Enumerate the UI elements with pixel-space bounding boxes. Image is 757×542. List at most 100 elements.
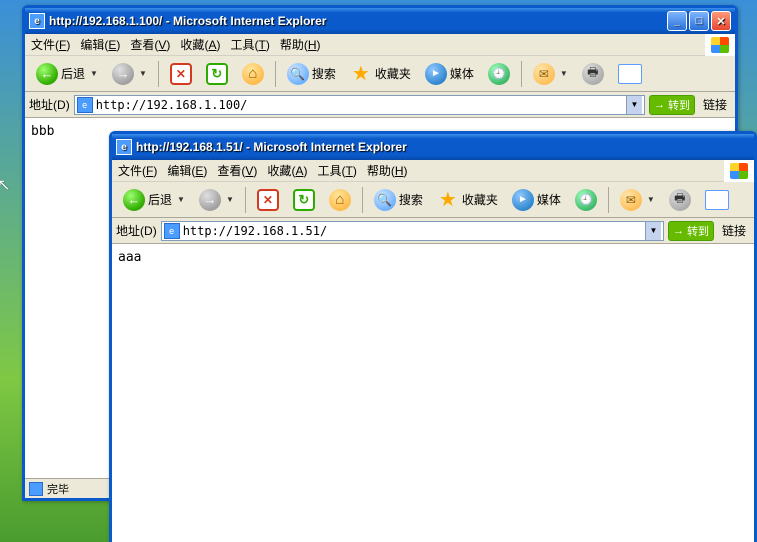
forward-button[interactable]: →▼	[194, 186, 239, 214]
search-button[interactable]: 搜索	[282, 60, 341, 88]
menu-help[interactable]: 帮助(H)	[280, 36, 321, 53]
window-title: http://192.168.1.51/ - Microsoft Interne…	[136, 140, 750, 154]
edit-icon	[705, 190, 729, 210]
forward-icon: →	[112, 63, 134, 85]
windows-logo-icon	[724, 160, 754, 182]
media-icon	[512, 189, 534, 211]
stop-icon	[257, 189, 279, 211]
menu-edit[interactable]: 编辑(E)	[80, 36, 120, 53]
menu-help[interactable]: 帮助(H)	[367, 162, 408, 179]
refresh-icon	[293, 189, 315, 211]
menu-view[interactable]: 查看(V)	[217, 162, 257, 179]
forward-icon: →	[199, 189, 221, 211]
windows-logo-icon	[705, 34, 735, 56]
menubar: 文件(F) 编辑(E) 查看(V) 收藏(A) 工具(T) 帮助(H)	[25, 34, 735, 56]
mail-button[interactable]: ▼	[615, 186, 660, 214]
print-button[interactable]	[577, 60, 609, 88]
history-icon	[575, 189, 597, 211]
status-icon	[29, 482, 43, 496]
print-icon	[669, 189, 691, 211]
menu-tools[interactable]: 工具(T)	[317, 162, 356, 179]
back-icon: ←	[123, 189, 145, 211]
star-icon	[350, 63, 372, 85]
home-icon	[329, 189, 351, 211]
stop-icon	[170, 63, 192, 85]
stop-button[interactable]	[165, 60, 197, 88]
close-button[interactable]: ✕	[711, 11, 731, 31]
refresh-icon	[206, 63, 228, 85]
address-dropdown-icon[interactable]: ▼	[626, 96, 642, 114]
go-button[interactable]: 转到	[649, 95, 695, 115]
separator	[245, 187, 246, 213]
history-icon	[488, 63, 510, 85]
url-text: http://192.168.1.100/	[96, 98, 626, 112]
titlebar[interactable]: e http://192.168.1.100/ - Microsoft Inte…	[25, 8, 735, 34]
menu-favorites[interactable]: 收藏(A)	[267, 162, 307, 179]
back-icon: ←	[36, 63, 58, 85]
back-button[interactable]: ←后退▼	[118, 186, 190, 214]
minimize-button[interactable]: _	[667, 11, 687, 31]
edit-button[interactable]	[613, 60, 647, 88]
favorites-button[interactable]: 收藏夹	[345, 60, 416, 88]
home-button[interactable]	[237, 60, 269, 88]
menu-tools[interactable]: 工具(T)	[230, 36, 269, 53]
page-icon: e	[164, 223, 180, 239]
links-button[interactable]: 链接	[699, 96, 731, 113]
home-button[interactable]	[324, 186, 356, 214]
separator	[521, 61, 522, 87]
address-input[interactable]: e http://192.168.1.51/ ▼	[161, 221, 664, 241]
address-label: 地址(D)	[116, 222, 157, 239]
address-input[interactable]: e http://192.168.1.100/ ▼	[74, 95, 645, 115]
menu-file[interactable]: 文件(F)	[31, 36, 70, 53]
url-text: http://192.168.1.51/	[183, 224, 645, 238]
media-button[interactable]: 媒体	[420, 60, 479, 88]
maximize-button[interactable]: □	[689, 11, 709, 31]
refresh-button[interactable]	[288, 186, 320, 214]
edit-icon	[618, 64, 642, 84]
search-icon	[374, 189, 396, 211]
refresh-button[interactable]	[201, 60, 233, 88]
separator	[275, 61, 276, 87]
menu-edit[interactable]: 编辑(E)	[167, 162, 207, 179]
separator	[158, 61, 159, 87]
menu-view[interactable]: 查看(V)	[130, 36, 170, 53]
address-label: 地址(D)	[29, 96, 70, 113]
history-button[interactable]	[570, 186, 602, 214]
favorites-button[interactable]: 收藏夹	[432, 186, 503, 214]
titlebar[interactable]: e http://192.168.1.51/ - Microsoft Inter…	[112, 134, 754, 160]
ie-window-front[interactable]: e http://192.168.1.51/ - Microsoft Inter…	[109, 131, 757, 542]
media-button[interactable]: 媒体	[507, 186, 566, 214]
ie-icon: e	[29, 13, 45, 29]
home-icon	[242, 63, 264, 85]
edit-button[interactable]	[700, 186, 734, 214]
menubar: 文件(F) 编辑(E) 查看(V) 收藏(A) 工具(T) 帮助(H)	[112, 160, 754, 182]
separator	[362, 187, 363, 213]
go-button[interactable]: 转到	[668, 221, 714, 241]
menu-favorites[interactable]: 收藏(A)	[180, 36, 220, 53]
stop-button[interactable]	[252, 186, 284, 214]
links-button[interactable]: 链接	[718, 222, 750, 239]
cursor-icon: ↖	[0, 175, 10, 195]
address-bar: 地址(D) e http://192.168.1.100/ ▼ 转到 链接	[25, 92, 735, 118]
search-icon	[287, 63, 309, 85]
address-dropdown-icon[interactable]: ▼	[645, 222, 661, 240]
chevron-down-icon: ▼	[90, 69, 98, 78]
window-title: http://192.168.1.100/ - Microsoft Intern…	[49, 14, 667, 28]
back-button[interactable]: ←后退▼	[31, 60, 103, 88]
page-content[interactable]: aaa	[112, 244, 754, 542]
print-icon	[582, 63, 604, 85]
mail-icon	[533, 63, 555, 85]
mail-icon	[620, 189, 642, 211]
page-icon: e	[77, 97, 93, 113]
toolbar: ←后退▼ →▼ 搜索 收藏夹 媒体 ▼	[112, 182, 754, 218]
menu-file[interactable]: 文件(F)	[118, 162, 157, 179]
search-button[interactable]: 搜索	[369, 186, 428, 214]
address-bar: 地址(D) e http://192.168.1.51/ ▼ 转到 链接	[112, 218, 754, 244]
history-button[interactable]	[483, 60, 515, 88]
print-button[interactable]	[664, 186, 696, 214]
toolbar: ←后退▼ →▼ 搜索 收藏夹 媒体 ▼	[25, 56, 735, 92]
star-icon	[437, 189, 459, 211]
forward-button[interactable]: →▼	[107, 60, 152, 88]
mail-button[interactable]: ▼	[528, 60, 573, 88]
status-text: 完毕	[47, 481, 69, 497]
